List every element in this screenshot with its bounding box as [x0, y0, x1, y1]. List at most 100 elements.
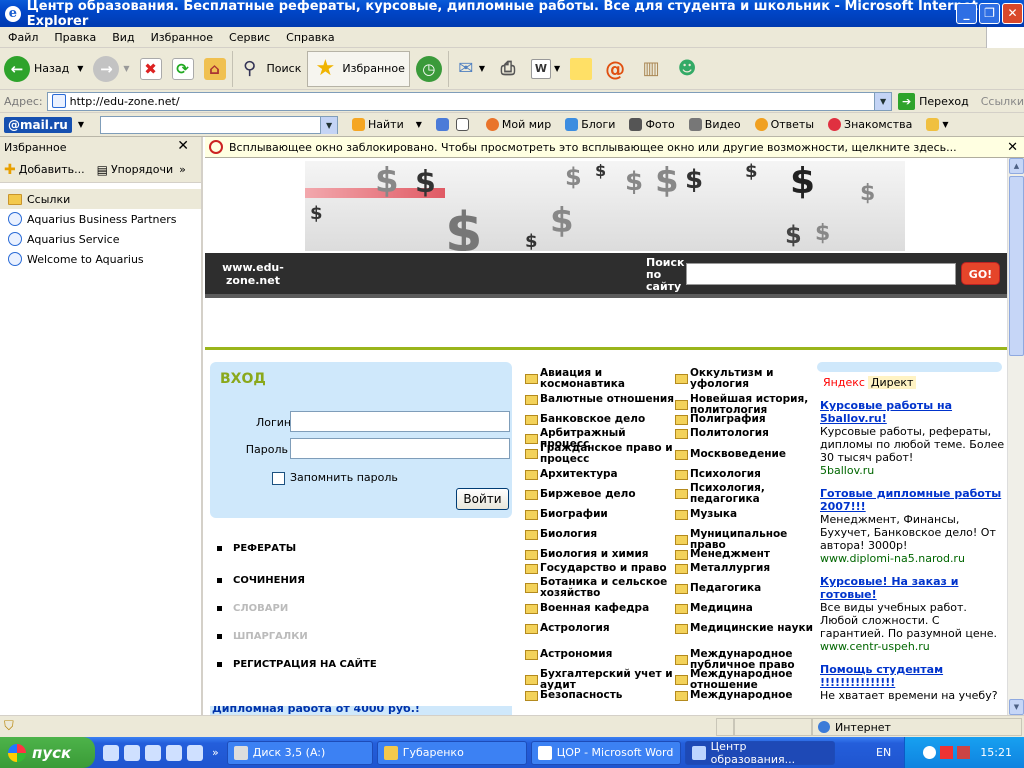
popup-blocked-bar[interactable]: Всплывающее окно заблокировано. Чтобы пр… — [205, 137, 1024, 158]
category-link[interactable]: Биографии — [525, 509, 675, 520]
mailru-myworld-button[interactable]: Мой мир — [485, 118, 551, 131]
quicklaunch-icon[interactable] — [103, 744, 119, 761]
mailru-search-input[interactable]: ▼ — [100, 115, 339, 134]
category-link[interactable]: Валютные отношения — [525, 394, 675, 405]
category-link[interactable]: Медицина — [675, 603, 825, 614]
category-link[interactable]: Психология — [675, 469, 825, 480]
quicklaunch-icon[interactable] — [187, 744, 203, 761]
category-link[interactable]: Москвоведение — [675, 449, 825, 460]
add-favorite-button[interactable]: ✚ Добавить... — [4, 162, 85, 178]
tray-icon[interactable] — [957, 746, 971, 759]
category-link[interactable]: Металлургия — [675, 563, 825, 574]
category-link[interactable]: Астрология — [525, 623, 675, 634]
category-link[interactable]: Международное отношение — [675, 669, 825, 691]
menu-tools[interactable]: Сервис — [221, 31, 278, 44]
ad-title-link[interactable]: Готовые дипломные работы 2007!!! — [820, 487, 1005, 513]
close-button[interactable]: ✕ — [1002, 3, 1023, 24]
favorites-close-icon[interactable]: ✕ — [177, 138, 189, 154]
category-link[interactable]: Менеджмент — [675, 549, 825, 560]
category-link[interactable]: Архитектура — [525, 469, 675, 480]
ad-title-link[interactable]: Курсовые работы на 5ballov.ru! — [820, 399, 1005, 425]
mailru-box-button[interactable] — [455, 118, 472, 131]
favorite-item[interactable]: Aquarius Service — [0, 229, 201, 249]
mailru-answers-button[interactable]: Ответы — [754, 118, 814, 131]
category-link[interactable]: Бухгалтерский учет и аудит — [525, 669, 675, 691]
mailru-logo[interactable]: @mail.ru — [4, 116, 72, 133]
login-input[interactable] — [290, 411, 510, 432]
promo-banner[interactable]: Дипломная работа от 4000 руб.! — [210, 706, 512, 715]
stop-button[interactable]: ✖ — [136, 51, 166, 87]
go-button[interactable]: ➔ Переход — [898, 92, 969, 110]
forward-button[interactable]: → ▼ — [89, 51, 133, 87]
mail-button[interactable]: ✉ ▼ — [447, 50, 489, 87]
notes-button[interactable] — [566, 51, 596, 87]
category-link[interactable]: Банковское дело — [525, 414, 675, 425]
quicklaunch-icon[interactable] — [124, 744, 140, 761]
mailru-photo-button[interactable]: Фото — [629, 118, 675, 131]
address-dropdown-icon[interactable]: ▼ — [874, 92, 892, 110]
mailru-dating-button[interactable]: Знакомства — [828, 118, 912, 131]
site-search-input[interactable] — [686, 263, 956, 285]
category-link[interactable]: Медицинские науки — [675, 623, 825, 634]
menu-file[interactable]: Файл — [0, 31, 46, 44]
home-button[interactable]: ⌂ — [200, 51, 230, 87]
ad-url[interactable]: www.centr-uspeh.ru — [820, 640, 1005, 653]
edit-button[interactable]: W ▼ — [527, 51, 564, 87]
category-link[interactable]: Биржевое дело — [525, 489, 675, 500]
category-link[interactable]: Музыка — [675, 509, 825, 520]
task-ie[interactable]: Центр образования... — [684, 740, 835, 766]
menu-help[interactable]: Справка — [278, 31, 342, 44]
category-link[interactable]: Безопасность — [525, 690, 675, 701]
more-chevron-icon[interactable]: » — [179, 163, 186, 176]
quicklaunch-more-icon[interactable]: » — [212, 746, 219, 759]
category-link[interactable]: Государство и право — [525, 563, 675, 574]
ad-title-link[interactable]: Помощь студентам !!!!!!!!!!!!!!! — [820, 663, 1005, 689]
password-input[interactable] — [290, 438, 510, 459]
menu-favorites[interactable]: Избранное — [143, 31, 221, 44]
search-button[interactable]: ⚲ Поиск — [231, 50, 306, 87]
favorite-item[interactable]: Welcome to Aquarius — [0, 249, 201, 269]
task-floppy[interactable]: Диск 3,5 (A:) — [226, 740, 373, 765]
mail-at-button[interactable]: @ — [598, 51, 632, 87]
organize-favorites-button[interactable]: ▤ Упорядочи — [97, 163, 174, 177]
infobar-close-icon[interactable]: ✕ — [1007, 140, 1018, 155]
nav-registration[interactable]: РЕГИСТРАЦИЯ НА САЙТЕ — [217, 659, 417, 670]
quicklaunch-icon[interactable] — [145, 744, 161, 761]
messenger-button[interactable]: ☻ — [670, 51, 704, 87]
mailru-search-dropdown-icon[interactable]: ▼ — [320, 116, 338, 134]
print-button[interactable]: ⎙ — [491, 51, 525, 87]
favorite-item[interactable]: Aquarius Business Partners — [0, 209, 201, 229]
links-button[interactable]: Ссылки — [981, 95, 1024, 108]
nav-referaty[interactable]: РЕФЕРАТЫ — [217, 543, 417, 554]
remember-checkbox[interactable] — [272, 472, 285, 485]
maximize-button[interactable]: ❐ — [979, 3, 1000, 24]
scroll-up-icon[interactable]: ▲ — [1009, 158, 1024, 174]
address-input[interactable]: http://edu-zone.net/ ▼ — [46, 91, 893, 111]
favorite-folder-links[interactable]: Ссылки — [0, 189, 201, 209]
back-button[interactable]: ← Назад ▼ — [0, 51, 87, 87]
menu-view[interactable]: Вид — [104, 31, 142, 44]
category-link[interactable]: Астрономия — [525, 649, 675, 660]
tray-icon[interactable] — [940, 746, 954, 759]
ad-url[interactable]: 5ballov.ru — [820, 464, 1005, 477]
yandex-direct-label[interactable]: Яндекс Директ — [823, 376, 1005, 389]
category-link[interactable]: Полиграфия — [675, 414, 825, 425]
language-indicator[interactable]: EN — [876, 746, 891, 759]
category-link[interactable]: Авиация и космонавтика — [525, 368, 675, 390]
nav-slovari[interactable]: СЛОВАРИ — [217, 603, 417, 614]
mailru-blogs-button[interactable]: Блоги — [565, 118, 615, 131]
task-folder[interactable]: Губаренко — [376, 740, 527, 765]
category-link[interactable]: Педагогика — [675, 583, 825, 594]
category-link[interactable]: Военная кафедра — [525, 603, 675, 614]
category-link[interactable]: Биология — [525, 529, 675, 540]
mailru-menu-icon[interactable]: ▼ — [78, 120, 84, 129]
quicklaunch-icon[interactable] — [166, 744, 182, 761]
mailru-pen-button[interactable] — [435, 118, 452, 131]
research-button[interactable]: ▥ — [634, 51, 668, 87]
category-link[interactable]: Психология, педагогика — [675, 483, 825, 505]
scroll-thumb[interactable] — [1009, 176, 1024, 356]
refresh-button[interactable]: ⟳ — [168, 51, 198, 87]
category-link[interactable]: Ботаника и сельское хозяйство — [525, 577, 675, 599]
mailru-tools-button[interactable]: ▼ — [926, 118, 949, 131]
mailru-find-button[interactable]: Найти ▼ — [352, 118, 422, 131]
